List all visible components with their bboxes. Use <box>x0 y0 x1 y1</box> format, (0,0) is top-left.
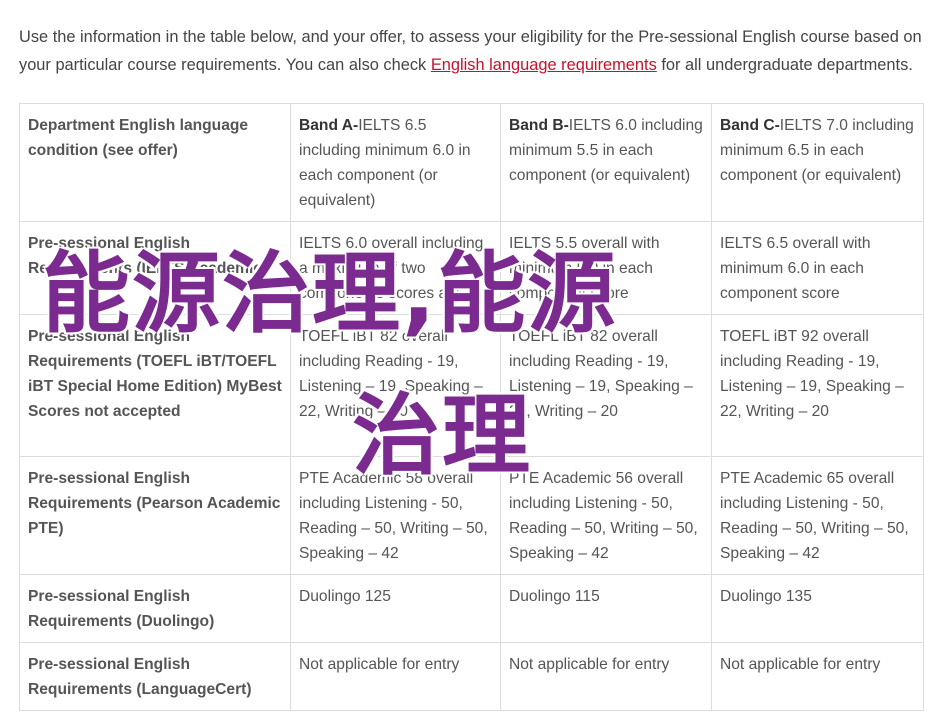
table-cell: IELTS 6.0 overall including a maximum of… <box>290 221 501 315</box>
table-row: Pre-sessional English Requirements (TOEF… <box>19 314 924 457</box>
table-row: Pre-sessional English Requirements (Lang… <box>19 642 924 711</box>
requirements-table: Department English language condition (s… <box>19 103 924 711</box>
row-label-pte: Pre-sessional English Requirements (Pear… <box>19 456 291 575</box>
table-cell: Duolingo 135 <box>711 574 924 643</box>
table-row: Pre-sessional English Requirements (Pear… <box>19 456 924 575</box>
table-cell: TOEFL iBT 82 overall including Reading -… <box>500 314 712 457</box>
table-cell: TOEFL iBT 82 overall including Reading -… <box>290 314 501 457</box>
table-cell: Not applicable for entry <box>290 642 501 711</box>
table-row: Pre-sessional English Requirements (Duol… <box>19 574 924 643</box>
intro-paragraph: Use the information in the table below, … <box>19 23 924 79</box>
table-cell: PTE Academic 56 overall including Listen… <box>500 456 712 575</box>
row-label-languagecert: Pre-sessional English Requirements (Lang… <box>19 642 291 711</box>
table-cell: IELTS 5.5 overall with minimum 5.0 in ea… <box>500 221 712 315</box>
table-cell: Duolingo 125 <box>290 574 501 643</box>
table-cell: Duolingo 115 <box>500 574 712 643</box>
table-cell: Not applicable for entry <box>711 642 924 711</box>
band-a-label: Band A- <box>299 117 359 134</box>
band-b-label: Band B- <box>509 117 569 134</box>
table-cell: PTE Academic 58 overall including Listen… <box>290 456 501 575</box>
band-c-label: Band C- <box>720 117 780 134</box>
table-cell: Not applicable for entry <box>500 642 712 711</box>
row-label-toefl: Pre-sessional English Requirements (TOEF… <box>19 314 291 457</box>
table-header-row: Department English language condition (s… <box>19 103 924 222</box>
table-cell: TOEFL iBT 92 overall including Reading -… <box>711 314 924 457</box>
intro-text-after: for all undergraduate departments. <box>656 56 913 75</box>
table-row: Pre-sessional English Requirements (IELT… <box>19 221 924 315</box>
table-cell: IELTS 6.5 overall with minimum 6.0 in ea… <box>711 221 924 315</box>
row-label-ielts: Pre-sessional English Requirements (IELT… <box>19 221 291 315</box>
english-language-requirements-link[interactable]: English language requirements <box>431 56 657 74</box>
header-cell-band-a: Band A-IELTS 6.5 including minimum 6.0 i… <box>290 103 501 222</box>
table-cell: PTE Academic 65 overall including Listen… <box>711 456 924 575</box>
header-cell-band-b: Band B-IELTS 6.0 including minimum 5.5 i… <box>500 103 712 222</box>
row-label-duolingo: Pre-sessional English Requirements (Duol… <box>19 574 291 643</box>
header-cell-band-c: Band C-IELTS 7.0 including minimum 6.5 i… <box>711 103 924 222</box>
header-label-cell: Department English language condition (s… <box>19 103 291 222</box>
